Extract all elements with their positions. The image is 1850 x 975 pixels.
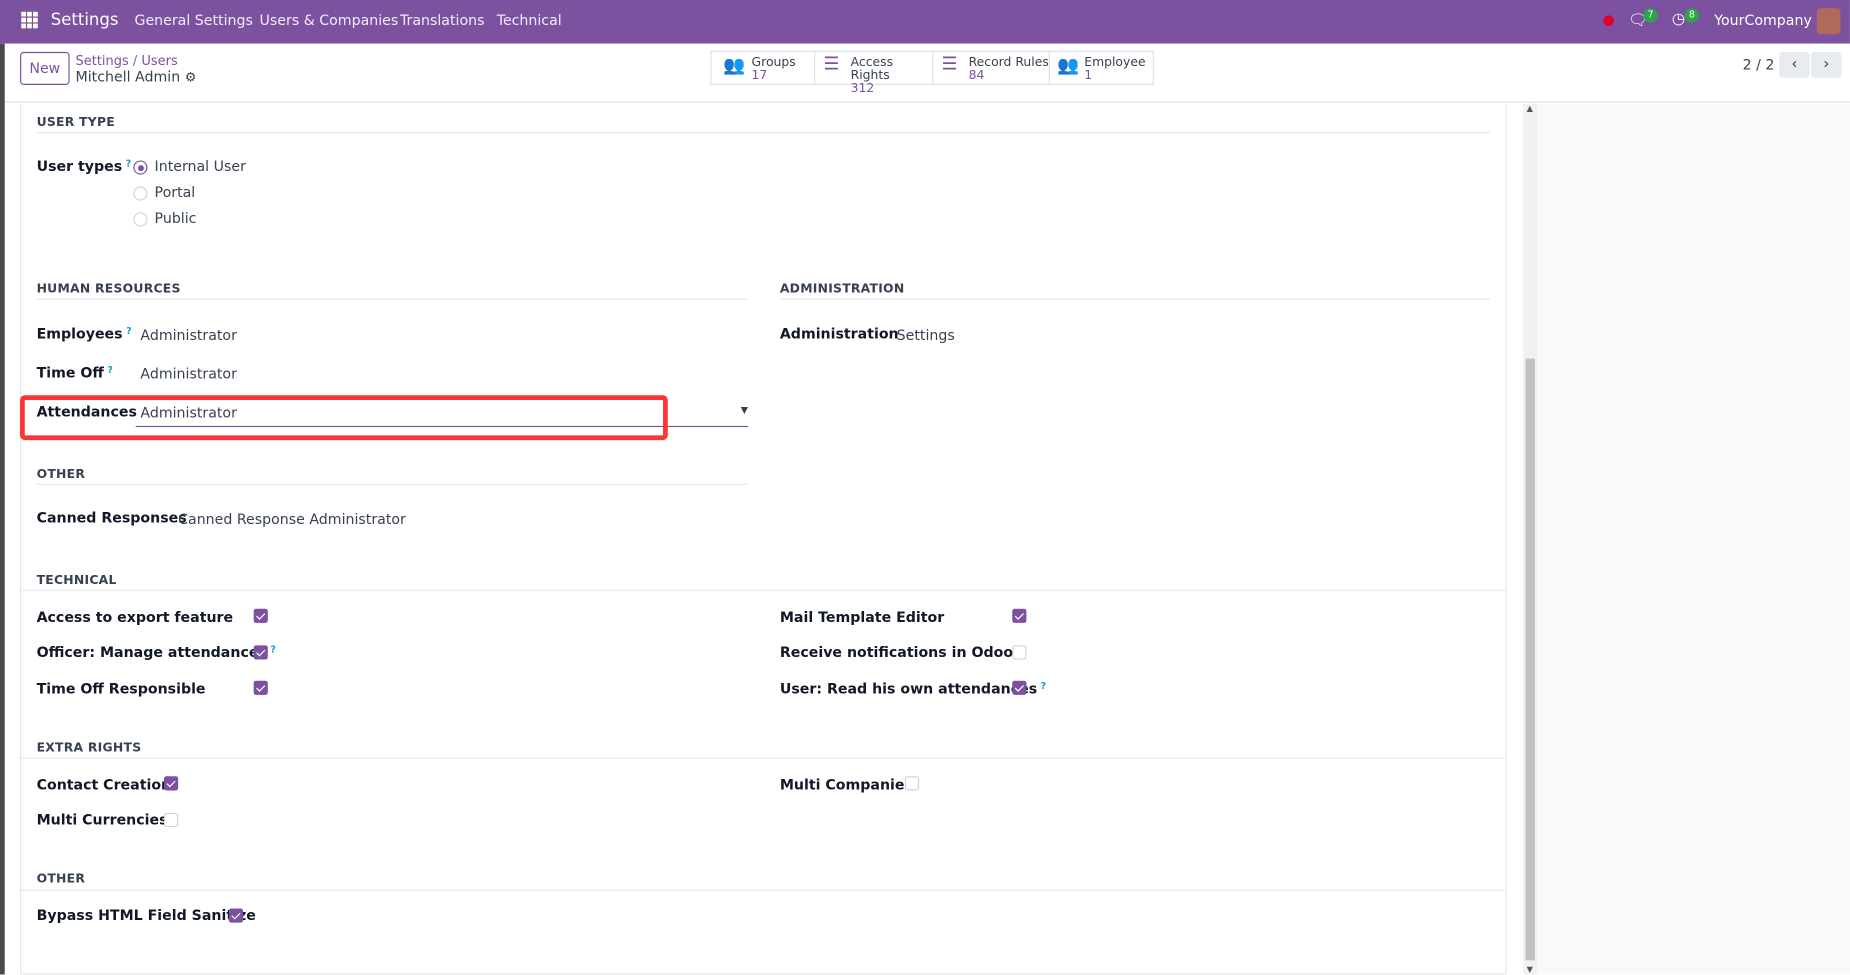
caret-down-icon: ▼: [740, 404, 748, 416]
help-icon[interactable]: ?: [270, 644, 275, 655]
activity-badge: 8: [1684, 8, 1699, 23]
record-name: Mitchell Admin: [75, 68, 181, 85]
pager-value[interactable]: 2 / 2: [1743, 57, 1775, 74]
chatter-area: [1537, 103, 1850, 975]
activity-clock-icon[interactable]: ◷: [1672, 11, 1685, 29]
section-other: OTHER: [36, 871, 86, 887]
divider: [20, 589, 1507, 592]
user-avatar[interactable]: [1816, 8, 1841, 35]
administration-value[interactable]: Settings: [897, 327, 955, 344]
stat-label: Employee: [1084, 55, 1146, 70]
employees-value[interactable]: Administrator: [140, 327, 237, 344]
scrollbar[interactable]: ▲ ▼: [1523, 103, 1538, 975]
checkbox-label: Multi Companies: [779, 776, 913, 793]
new-button[interactable]: New: [20, 51, 70, 85]
multi-companies-checkbox[interactable]: [904, 776, 920, 791]
divider: [779, 298, 1491, 300]
section-administration: ADMINISTRATION: [779, 281, 905, 297]
divider: [20, 889, 1507, 891]
gear-icon[interactable]: ⚙: [185, 70, 197, 85]
stat-value: 84: [968, 68, 985, 83]
checkbox-label: Multi Currencies: [36, 811, 168, 829]
employees-label: Employees: [36, 325, 123, 343]
apps-menu-icon[interactable]: [21, 11, 38, 29]
checkbox-label: Access to export feature: [36, 608, 234, 626]
stat-label: Access Rights: [850, 55, 894, 83]
menu-general-settings[interactable]: General Settings: [134, 12, 252, 29]
time-off-label: Time Off: [36, 364, 104, 382]
menu-translations[interactable]: Translations: [400, 12, 485, 29]
form-sheet: [20, 103, 1507, 975]
record-rules-smart-button[interactable]: ☰ Record Rules 84: [932, 50, 1051, 85]
breadcrumb-separator: /: [132, 53, 142, 69]
section-user-type: USER TYPE: [36, 115, 115, 130]
top-navbar: Settings General Settings Users & Compan…: [0, 0, 1850, 44]
help-icon[interactable]: ?: [107, 365, 112, 376]
checkbox-label: Contact Creation: [36, 776, 172, 793]
help-icon[interactable]: ?: [126, 326, 131, 337]
breadcrumb-users[interactable]: Users: [141, 53, 177, 68]
stat-value: 17: [751, 68, 768, 83]
administration-label: Administration: [779, 325, 899, 343]
radio-public[interactable]: [133, 212, 148, 227]
checkbox-label: Time Off Responsible: [36, 680, 206, 698]
highlight-box: [20, 395, 668, 441]
receive-notifications-checkbox[interactable]: [1012, 645, 1027, 660]
canned-responses-value[interactable]: Canned Response Administrator: [178, 511, 406, 528]
breadcrumb-settings[interactable]: Settings: [76, 53, 129, 68]
divider: [36, 298, 748, 300]
menu-users-companies[interactable]: Users & Companies: [260, 12, 399, 29]
divider: [36, 132, 1491, 134]
checkbox-label: User: Read his own attendances: [779, 680, 1038, 698]
employee-smart-button[interactable]: 👥 Employee 1: [1048, 50, 1154, 85]
checkbox-label: Officer: Manage attendances: [36, 644, 267, 661]
chat-badge: 7: [1643, 8, 1658, 23]
company-switcher[interactable]: YourCompany: [1714, 12, 1812, 29]
time-off-value[interactable]: Administrator: [140, 366, 237, 383]
section-extra-rights: EXTRA RIGHTS: [36, 740, 142, 756]
list-icon: ☰: [941, 53, 958, 75]
bypass-html-sanitize-checkbox[interactable]: [228, 908, 244, 923]
divider: [20, 757, 1507, 759]
checkbox-label: Mail Template Editor: [779, 608, 945, 626]
section-other: OTHER: [36, 467, 86, 482]
radio-label[interactable]: Internal User: [155, 158, 246, 175]
radio-label[interactable]: Public: [155, 210, 197, 227]
access-export-checkbox[interactable]: [253, 608, 268, 623]
users-icon: 👥: [723, 54, 746, 76]
help-icon[interactable]: ?: [126, 158, 131, 169]
multi-currencies-checkbox[interactable]: [163, 812, 179, 828]
app-title[interactable]: Settings: [51, 11, 119, 30]
officer-attendances-checkbox[interactable]: [253, 645, 268, 660]
pager-next-button[interactable]: ›: [1810, 51, 1842, 78]
stat-value: 312: [850, 81, 875, 96]
mail-template-editor-checkbox[interactable]: [1012, 608, 1027, 623]
checkbox-label: Bypass HTML Field Sanitize: [36, 907, 256, 924]
section-human-resources: HUMAN RESOURCES: [36, 281, 181, 297]
menu-technical[interactable]: Technical: [497, 12, 562, 29]
stat-value: 1: [1084, 68, 1093, 83]
groups-smart-button[interactable]: 👥 Groups 17: [710, 50, 816, 85]
canned-responses-label: Canned Responses: [36, 509, 187, 527]
window-edge: [0, 43, 5, 975]
time-off-responsible-checkbox[interactable]: [253, 680, 268, 695]
list-icon: ☰: [823, 53, 840, 75]
access-rights-smart-button[interactable]: ☰ Access Rights 312: [814, 50, 934, 95]
checkbox-label: Receive notifications in Odoo: [779, 644, 1014, 661]
contact-creation-checkbox[interactable]: [163, 776, 179, 791]
radio-label[interactable]: Portal: [155, 184, 196, 201]
pager-previous-button[interactable]: ‹: [1779, 51, 1810, 78]
read-own-attendances-checkbox[interactable]: [1012, 680, 1027, 695]
help-icon[interactable]: ?: [1041, 681, 1046, 692]
radio-portal[interactable]: [133, 186, 148, 201]
section-technical: TECHNICAL: [36, 573, 117, 588]
divider: [36, 483, 748, 485]
recording-indicator-icon[interactable]: [1603, 15, 1614, 26]
radio-internal-user[interactable]: [133, 160, 148, 175]
user-types-label: User types: [36, 158, 123, 175]
users-icon: 👥: [1057, 54, 1080, 76]
